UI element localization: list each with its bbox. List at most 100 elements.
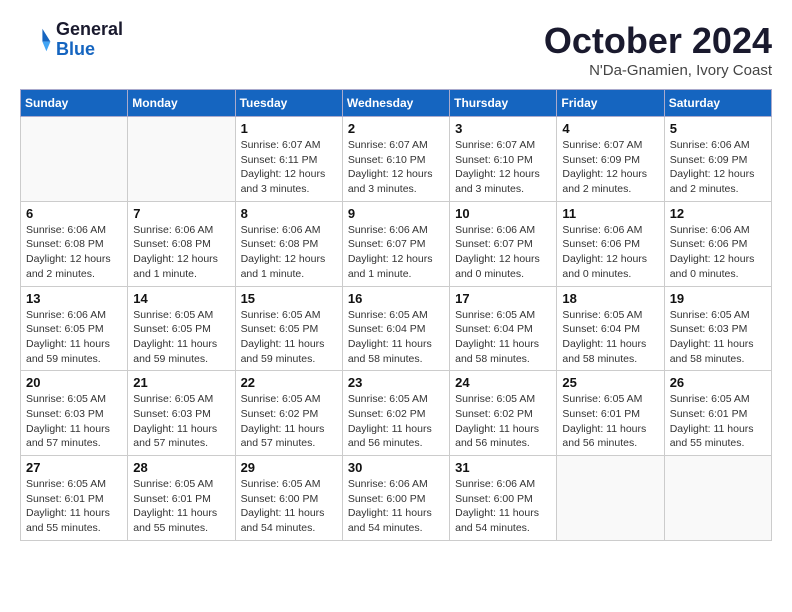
day-detail: Sunrise: 6:05 AM Sunset: 6:01 PM Dayligh… xyxy=(26,477,122,536)
title-area: October 2024 N'Da-Gnamien, Ivory Coast xyxy=(544,20,772,79)
day-number: 19 xyxy=(670,291,766,306)
calendar-cell: 24 Sunrise: 6:05 AM Sunset: 6:02 PM Dayli… xyxy=(450,371,557,456)
day-number: 20 xyxy=(26,375,122,390)
day-detail: Sunrise: 6:06 AM Sunset: 6:06 PM Dayligh… xyxy=(562,223,658,282)
day-number: 29 xyxy=(241,460,337,475)
logo-icon xyxy=(20,24,52,56)
day-number: 7 xyxy=(133,206,229,221)
day-detail: Sunrise: 6:05 AM Sunset: 6:03 PM Dayligh… xyxy=(670,308,766,367)
calendar-week-row: 6 Sunrise: 6:06 AM Sunset: 6:08 PM Daylig… xyxy=(21,201,772,286)
day-detail: Sunrise: 6:07 AM Sunset: 6:11 PM Dayligh… xyxy=(241,138,337,197)
day-detail: Sunrise: 6:07 AM Sunset: 6:09 PM Dayligh… xyxy=(562,138,658,197)
day-number: 14 xyxy=(133,291,229,306)
calendar-cell: 14 Sunrise: 6:05 AM Sunset: 6:05 PM Dayli… xyxy=(128,286,235,371)
day-detail: Sunrise: 6:05 AM Sunset: 6:03 PM Dayligh… xyxy=(26,392,122,451)
calendar-cell: 17Sunrise: 6:05 AM Sunset: 6:04 PM Dayli… xyxy=(450,286,557,371)
day-number: 24 xyxy=(455,375,551,390)
day-number: 22 xyxy=(241,375,337,390)
day-number: 21 xyxy=(133,375,229,390)
weekday-header: Thursday xyxy=(450,90,557,117)
calendar-cell: 15 Sunrise: 6:05 AM Sunset: 6:05 PM Dayli… xyxy=(235,286,342,371)
calendar-week-row: 1 Sunrise: 6:07 AM Sunset: 6:11 PM Daylig… xyxy=(21,117,772,202)
calendar-cell: 7 Sunrise: 6:06 AM Sunset: 6:08 PM Daylig… xyxy=(128,201,235,286)
calendar-cell: 3 Sunrise: 6:07 AM Sunset: 6:10 PM Daylig… xyxy=(450,117,557,202)
day-detail: Sunrise: 6:07 AM Sunset: 6:10 PM Dayligh… xyxy=(455,138,551,197)
calendar-cell: 30Sunrise: 6:06 AM Sunset: 6:00 PM Dayli… xyxy=(342,456,449,541)
calendar-cell xyxy=(557,456,664,541)
calendar-cell: 26 Sunrise: 6:05 AM Sunset: 6:01 PM Dayli… xyxy=(664,371,771,456)
calendar-cell: 25 Sunrise: 6:05 AM Sunset: 6:01 PM Dayli… xyxy=(557,371,664,456)
calendar-cell: 29 Sunrise: 6:05 AM Sunset: 6:00 PM Dayli… xyxy=(235,456,342,541)
day-detail: Sunrise: 6:05 AM Sunset: 6:05 PM Dayligh… xyxy=(133,308,229,367)
day-detail: Sunrise: 6:05 AM Sunset: 6:05 PM Dayligh… xyxy=(241,308,337,367)
day-number: 8 xyxy=(241,206,337,221)
day-detail: Sunrise: 6:05 AM Sunset: 6:00 PM Dayligh… xyxy=(241,477,337,536)
calendar-cell: 4 Sunrise: 6:07 AM Sunset: 6:09 PM Daylig… xyxy=(557,117,664,202)
calendar-cell: 8 Sunrise: 6:06 AM Sunset: 6:08 PM Daylig… xyxy=(235,201,342,286)
day-detail: Sunrise: 6:05 AM Sunset: 6:02 PM Dayligh… xyxy=(241,392,337,451)
calendar-cell: 16 Sunrise: 6:05 AM Sunset: 6:04 PM Dayli… xyxy=(342,286,449,371)
day-detail: Sunrise: 6:06 AM Sunset: 6:07 PM Dayligh… xyxy=(455,223,551,282)
day-detail: Sunrise: 6:05 AM Sunset: 6:04 PM Dayligh… xyxy=(348,308,444,367)
day-number: 26 xyxy=(670,375,766,390)
calendar-cell: 13 Sunrise: 6:06 AM Sunset: 6:05 PM Dayli… xyxy=(21,286,128,371)
calendar-table: SundayMondayTuesdayWednesdayThursdayFrid… xyxy=(20,89,772,541)
day-number: 13 xyxy=(26,291,122,306)
weekday-header: Wednesday xyxy=(342,90,449,117)
day-number: 16 xyxy=(348,291,444,306)
day-number: 12 xyxy=(670,206,766,221)
day-number: 25 xyxy=(562,375,658,390)
header: General Blue October 2024 N'Da-Gnamien, … xyxy=(20,20,772,79)
day-number: 9 xyxy=(348,206,444,221)
day-detail: Sunrise: 6:06 AM Sunset: 6:06 PM Dayligh… xyxy=(670,223,766,282)
day-detail: Sunrise: 6:06 AM Sunset: 6:09 PM Dayligh… xyxy=(670,138,766,197)
weekday-header: Saturday xyxy=(664,90,771,117)
day-number: 11 xyxy=(562,206,658,221)
calendar-cell: 18 Sunrise: 6:05 AM Sunset: 6:04 PM Dayli… xyxy=(557,286,664,371)
weekday-header: Sunday xyxy=(21,90,128,117)
day-detail: Sunrise: 6:05 AM Sunset: 6:04 PM Dayligh… xyxy=(455,308,551,367)
day-number: 15 xyxy=(241,291,337,306)
day-number: 28 xyxy=(133,460,229,475)
weekday-header: Monday xyxy=(128,90,235,117)
day-detail: Sunrise: 6:05 AM Sunset: 6:02 PM Dayligh… xyxy=(348,392,444,451)
day-detail: Sunrise: 6:05 AM Sunset: 6:01 PM Dayligh… xyxy=(562,392,658,451)
day-detail: Sunrise: 6:05 AM Sunset: 6:04 PM Dayligh… xyxy=(562,308,658,367)
day-detail: Sunrise: 6:06 AM Sunset: 6:08 PM Dayligh… xyxy=(241,223,337,282)
day-detail: Sunrise: 6:05 AM Sunset: 6:01 PM Dayligh… xyxy=(670,392,766,451)
day-number: 3 xyxy=(455,121,551,136)
day-number: 2 xyxy=(348,121,444,136)
day-number: 27 xyxy=(26,460,122,475)
weekday-header: Tuesday xyxy=(235,90,342,117)
day-detail: Sunrise: 6:07 AM Sunset: 6:10 PM Dayligh… xyxy=(348,138,444,197)
day-detail: Sunrise: 6:06 AM Sunset: 6:08 PM Dayligh… xyxy=(133,223,229,282)
day-detail: Sunrise: 6:06 AM Sunset: 6:05 PM Dayligh… xyxy=(26,308,122,367)
day-number: 6 xyxy=(26,206,122,221)
day-detail: Sunrise: 6:06 AM Sunset: 6:00 PM Dayligh… xyxy=(455,477,551,536)
day-number: 18 xyxy=(562,291,658,306)
day-number: 23 xyxy=(348,375,444,390)
day-detail: Sunrise: 6:06 AM Sunset: 6:08 PM Dayligh… xyxy=(26,223,122,282)
calendar-cell xyxy=(21,117,128,202)
calendar-cell: 21 Sunrise: 6:05 AM Sunset: 6:03 PM Dayli… xyxy=(128,371,235,456)
calendar-cell: 11 Sunrise: 6:06 AM Sunset: 6:06 PM Dayli… xyxy=(557,201,664,286)
calendar-cell: 23 Sunrise: 6:05 AM Sunset: 6:02 PM Dayli… xyxy=(342,371,449,456)
day-number: 4 xyxy=(562,121,658,136)
weekday-header: Friday xyxy=(557,90,664,117)
calendar-cell: 6 Sunrise: 6:06 AM Sunset: 6:08 PM Daylig… xyxy=(21,201,128,286)
calendar-cell: 28Sunrise: 6:05 AM Sunset: 6:01 PM Dayli… xyxy=(128,456,235,541)
day-detail: Sunrise: 6:06 AM Sunset: 6:07 PM Dayligh… xyxy=(348,223,444,282)
day-number: 30 xyxy=(348,460,444,475)
calendar-cell xyxy=(128,117,235,202)
calendar-cell: 20 Sunrise: 6:05 AM Sunset: 6:03 PM Dayli… xyxy=(21,371,128,456)
day-detail: Sunrise: 6:05 AM Sunset: 6:03 PM Dayligh… xyxy=(133,392,229,451)
logo-text: General Blue xyxy=(56,20,123,60)
logo-line2: Blue xyxy=(56,40,123,60)
calendar-cell: 2 Sunrise: 6:07 AM Sunset: 6:10 PM Daylig… xyxy=(342,117,449,202)
day-number: 31 xyxy=(455,460,551,475)
calendar-cell: 19 Sunrise: 6:05 AM Sunset: 6:03 PM Dayli… xyxy=(664,286,771,371)
calendar-week-row: 13 Sunrise: 6:06 AM Sunset: 6:05 PM Dayli… xyxy=(21,286,772,371)
day-detail: Sunrise: 6:05 AM Sunset: 6:02 PM Dayligh… xyxy=(455,392,551,451)
calendar-cell: 1 Sunrise: 6:07 AM Sunset: 6:11 PM Daylig… xyxy=(235,117,342,202)
day-number: 1 xyxy=(241,121,337,136)
